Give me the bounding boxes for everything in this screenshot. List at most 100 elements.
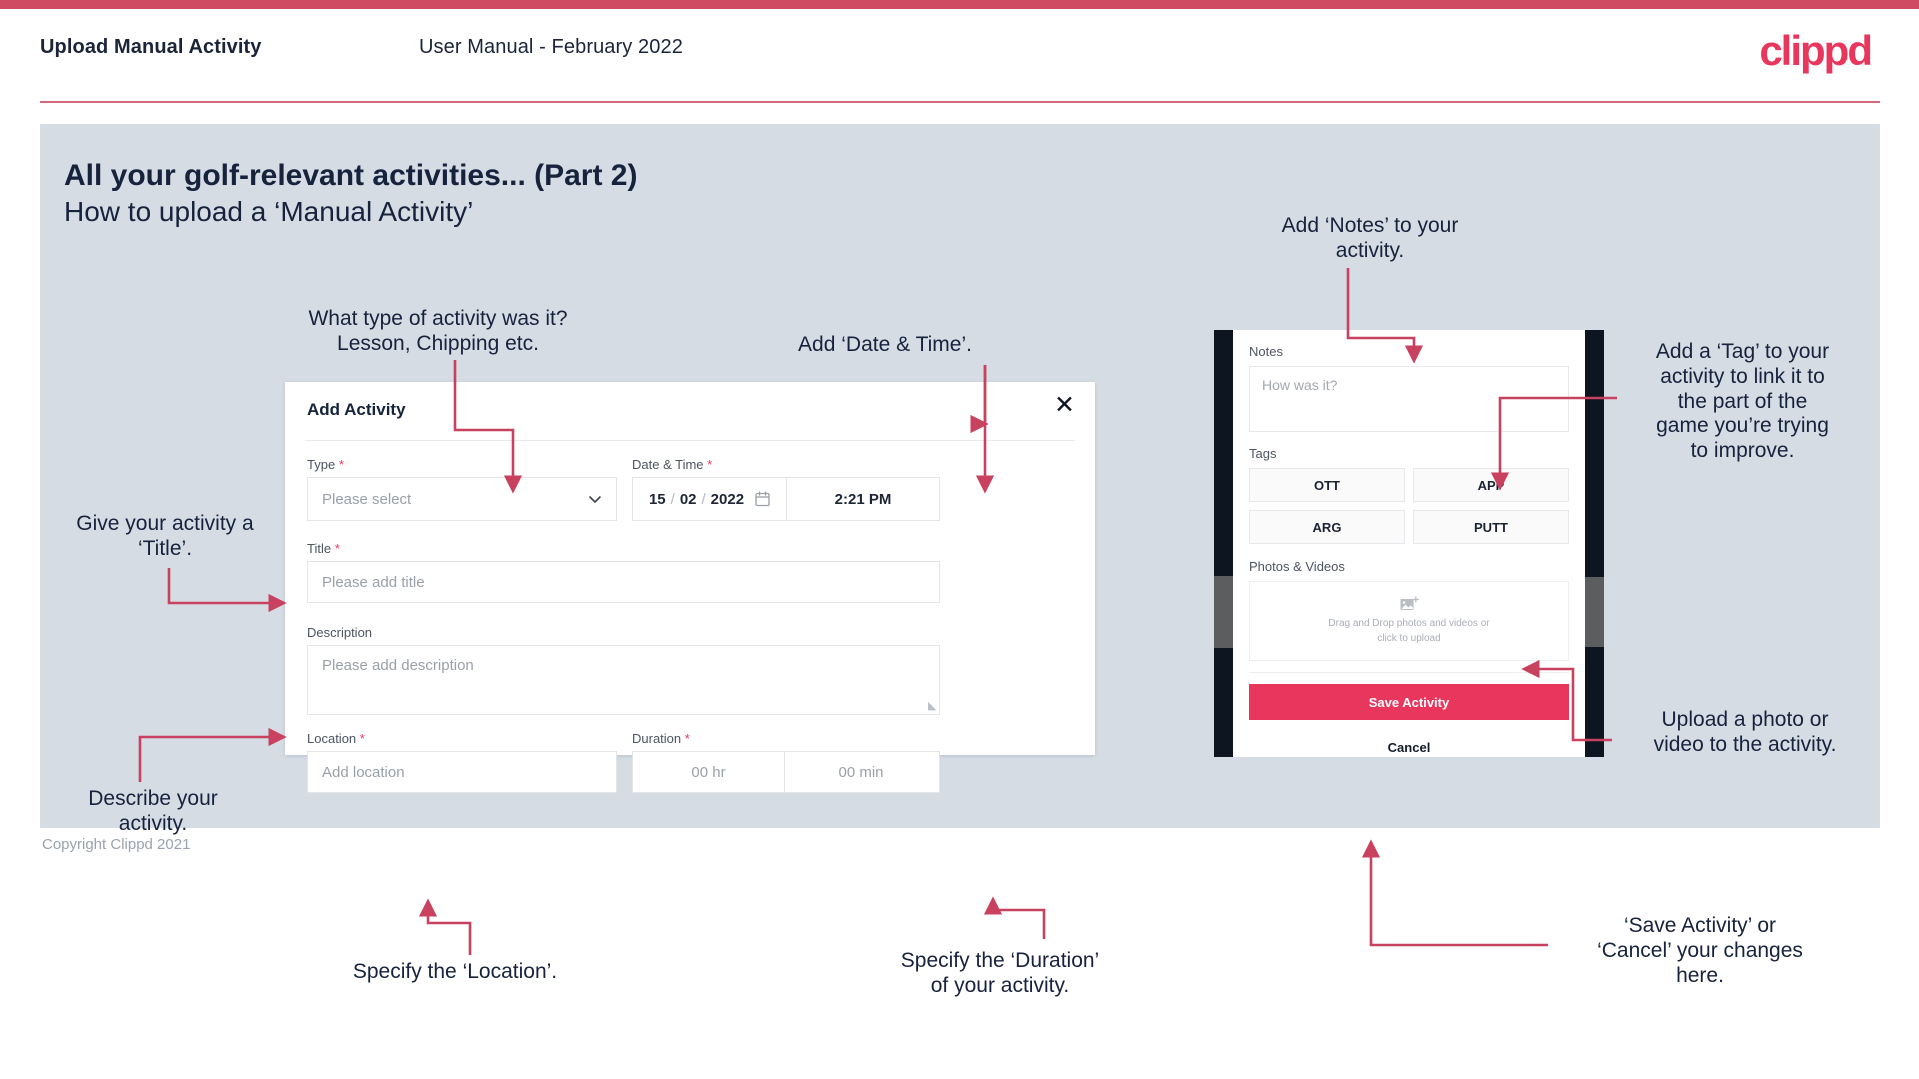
resize-handle-icon[interactable]: ◢ xyxy=(928,699,936,712)
annotation-tags-line-4: game you’re trying xyxy=(1656,414,1829,438)
phone-button-right xyxy=(1585,577,1604,647)
clippd-logo: clippd xyxy=(1759,27,1873,74)
annotation-photos-line-2: video to the activity. xyxy=(1653,732,1837,756)
type-label-text: Type xyxy=(307,457,336,472)
save-activity-button[interactable]: Save Activity xyxy=(1249,684,1569,720)
duration-label: Duration * xyxy=(632,731,690,746)
type-required-marker: * xyxy=(338,457,344,472)
time-value: 2:21 PM xyxy=(834,490,892,508)
annotation-title-line-1: Give your activity a xyxy=(76,512,254,535)
annotation-title: Give your activity a ‘Title’. xyxy=(35,512,295,562)
datetime-field[interactable]: 15 / 02 / 2022 2:21 PM xyxy=(632,477,940,521)
annotation-save-line-2: ‘Cancel’ your changes xyxy=(1597,938,1803,962)
tag-ott[interactable]: OTT xyxy=(1249,468,1405,502)
phone-screen: Notes How was it? Tags OTT APP ARG PUTT … xyxy=(1233,330,1585,757)
photos-label: Photos & Videos xyxy=(1249,559,1345,574)
annotation-type-line-2: Lesson, Chipping etc. xyxy=(337,331,539,355)
title-input[interactable]: Please add title xyxy=(307,561,940,603)
close-icon[interactable]: ✕ xyxy=(1054,393,1075,418)
calendar-icon[interactable] xyxy=(755,491,770,507)
cancel-button[interactable]: Cancel xyxy=(1249,740,1569,755)
page-title: All your golf-relevant activities... (Pa… xyxy=(64,159,638,192)
duration-hours-placeholder: 00 hr xyxy=(691,763,726,781)
annotation-duration-line-2: of your activity. xyxy=(930,973,1070,997)
duration-minutes-placeholder: 00 min xyxy=(838,763,884,781)
annotation-location: Specify the ‘Location’. xyxy=(352,960,558,983)
annotation-title-line-2: ‘Title’. xyxy=(137,536,193,560)
annotation-description-line-2: activity. xyxy=(118,811,188,835)
dropzone-text: Drag and Drop photos and videos or click… xyxy=(1328,617,1489,646)
datetime-required-marker: * xyxy=(707,457,713,472)
tags-label: Tags xyxy=(1249,446,1277,461)
phone-bezel-left xyxy=(1214,330,1233,757)
tag-putt[interactable]: PUTT xyxy=(1413,510,1569,544)
title-label: Title * xyxy=(307,541,340,556)
annotation-photos: Upload a photo or video to the activity. xyxy=(1620,708,1870,758)
annotation-tags-line-1: Add a ‘Tag’ to your xyxy=(1655,340,1830,363)
description-label-text: Description xyxy=(307,625,373,640)
annotation-notes-line-2: activity. xyxy=(1335,238,1405,262)
description-label: Description xyxy=(307,625,372,640)
annotation-tags-line-5: to improve. xyxy=(1690,439,1795,463)
photo-upload-dropzone[interactable]: Drag and Drop photos and videos or click… xyxy=(1249,581,1569,661)
annotation-notes: Add ‘Notes’ to your activity. xyxy=(1240,214,1500,264)
datetime-label-text: Date & Time xyxy=(632,457,704,472)
dropzone-line-1: Drag and Drop photos and videos or xyxy=(1328,618,1490,629)
annotation-save-line-1: ‘Save Activity’ or xyxy=(1623,914,1777,937)
tag-arg[interactable]: ARG xyxy=(1249,510,1405,544)
duration-label-text: Duration xyxy=(632,731,682,746)
top-accent-bar xyxy=(0,0,1919,9)
duration-hours-input[interactable]: 00 hr xyxy=(633,752,785,792)
location-placeholder: Add location xyxy=(322,763,405,781)
arrow-duration xyxy=(983,896,1046,939)
time-input[interactable]: 2:21 PM xyxy=(787,478,939,520)
annotation-tags-line-2: activity to link it to xyxy=(1660,364,1825,388)
type-select[interactable]: Please select xyxy=(307,477,617,521)
annotation-description-line-1: Describe your xyxy=(88,787,218,810)
datetime-label: Date & Time * xyxy=(632,457,712,472)
duration-field[interactable]: 00 hr 00 min xyxy=(632,751,940,793)
tags-grid: OTT APP ARG PUTT xyxy=(1249,468,1569,544)
notes-textarea[interactable]: How was it? xyxy=(1249,366,1569,432)
tag-app[interactable]: APP xyxy=(1413,468,1569,502)
date-separator-2: / xyxy=(701,490,706,508)
location-required-marker: * xyxy=(359,731,365,746)
title-label-text: Title xyxy=(307,541,332,556)
date-separator-1: / xyxy=(670,490,675,508)
date-day: 15 xyxy=(648,490,666,508)
date-year: 2022 xyxy=(710,490,745,508)
copyright-text: Copyright Clippd 2021 xyxy=(42,836,191,853)
notes-label: Notes xyxy=(1249,344,1283,359)
title-placeholder: Please add title xyxy=(322,573,425,591)
location-label-text: Location xyxy=(307,731,357,746)
dropzone-line-2: click to upload xyxy=(1377,632,1441,644)
chevron-down-icon xyxy=(589,496,601,503)
annotation-description: Describe your activity. xyxy=(38,787,268,837)
annotation-type: What type of activity was it? Lesson, Ch… xyxy=(288,307,588,357)
annotation-save-line-3: here. xyxy=(1676,963,1724,987)
date-input[interactable]: 15 / 02 / 2022 xyxy=(633,478,787,520)
slide-page: Upload Manual Activity User Manual - Feb… xyxy=(0,0,1919,1079)
add-image-icon xyxy=(1400,596,1419,610)
description-textarea[interactable]: Please add description ◢ xyxy=(307,645,940,715)
arrow-save xyxy=(1361,839,1548,947)
notes-placeholder: How was it? xyxy=(1262,377,1338,393)
annotation-photos-line-1: Upload a photo or xyxy=(1661,708,1829,731)
annotation-tags: Add a ‘Tag’ to your activity to link it … xyxy=(1625,340,1860,464)
page-subtitle: How to upload a ‘Manual Activity’ xyxy=(64,196,474,227)
duration-minutes-input[interactable]: 00 min xyxy=(785,752,937,792)
annotation-type-line-1: What type of activity was it? xyxy=(308,307,568,330)
title-required-marker: * xyxy=(334,541,340,556)
phone-divider xyxy=(1249,672,1569,673)
dialog-divider xyxy=(305,440,1075,441)
annotation-save: ‘Save Activity’ or ‘Cancel’ your changes… xyxy=(1560,914,1840,988)
phone-button-left xyxy=(1214,576,1233,648)
arrow-location xyxy=(418,898,472,955)
annotation-datetime: Add ‘Date & Time’. xyxy=(798,333,972,356)
phone-mockup: Notes How was it? Tags OTT APP ARG PUTT … xyxy=(1214,330,1604,757)
date-month: 02 xyxy=(679,490,697,508)
annotation-notes-line-1: Add ‘Notes’ to your xyxy=(1281,214,1459,237)
add-activity-dialog: Add Activity ✕ Type * Please select Date… xyxy=(285,382,1095,793)
type-label: Type * xyxy=(307,457,344,472)
location-input[interactable]: Add location xyxy=(307,751,617,793)
